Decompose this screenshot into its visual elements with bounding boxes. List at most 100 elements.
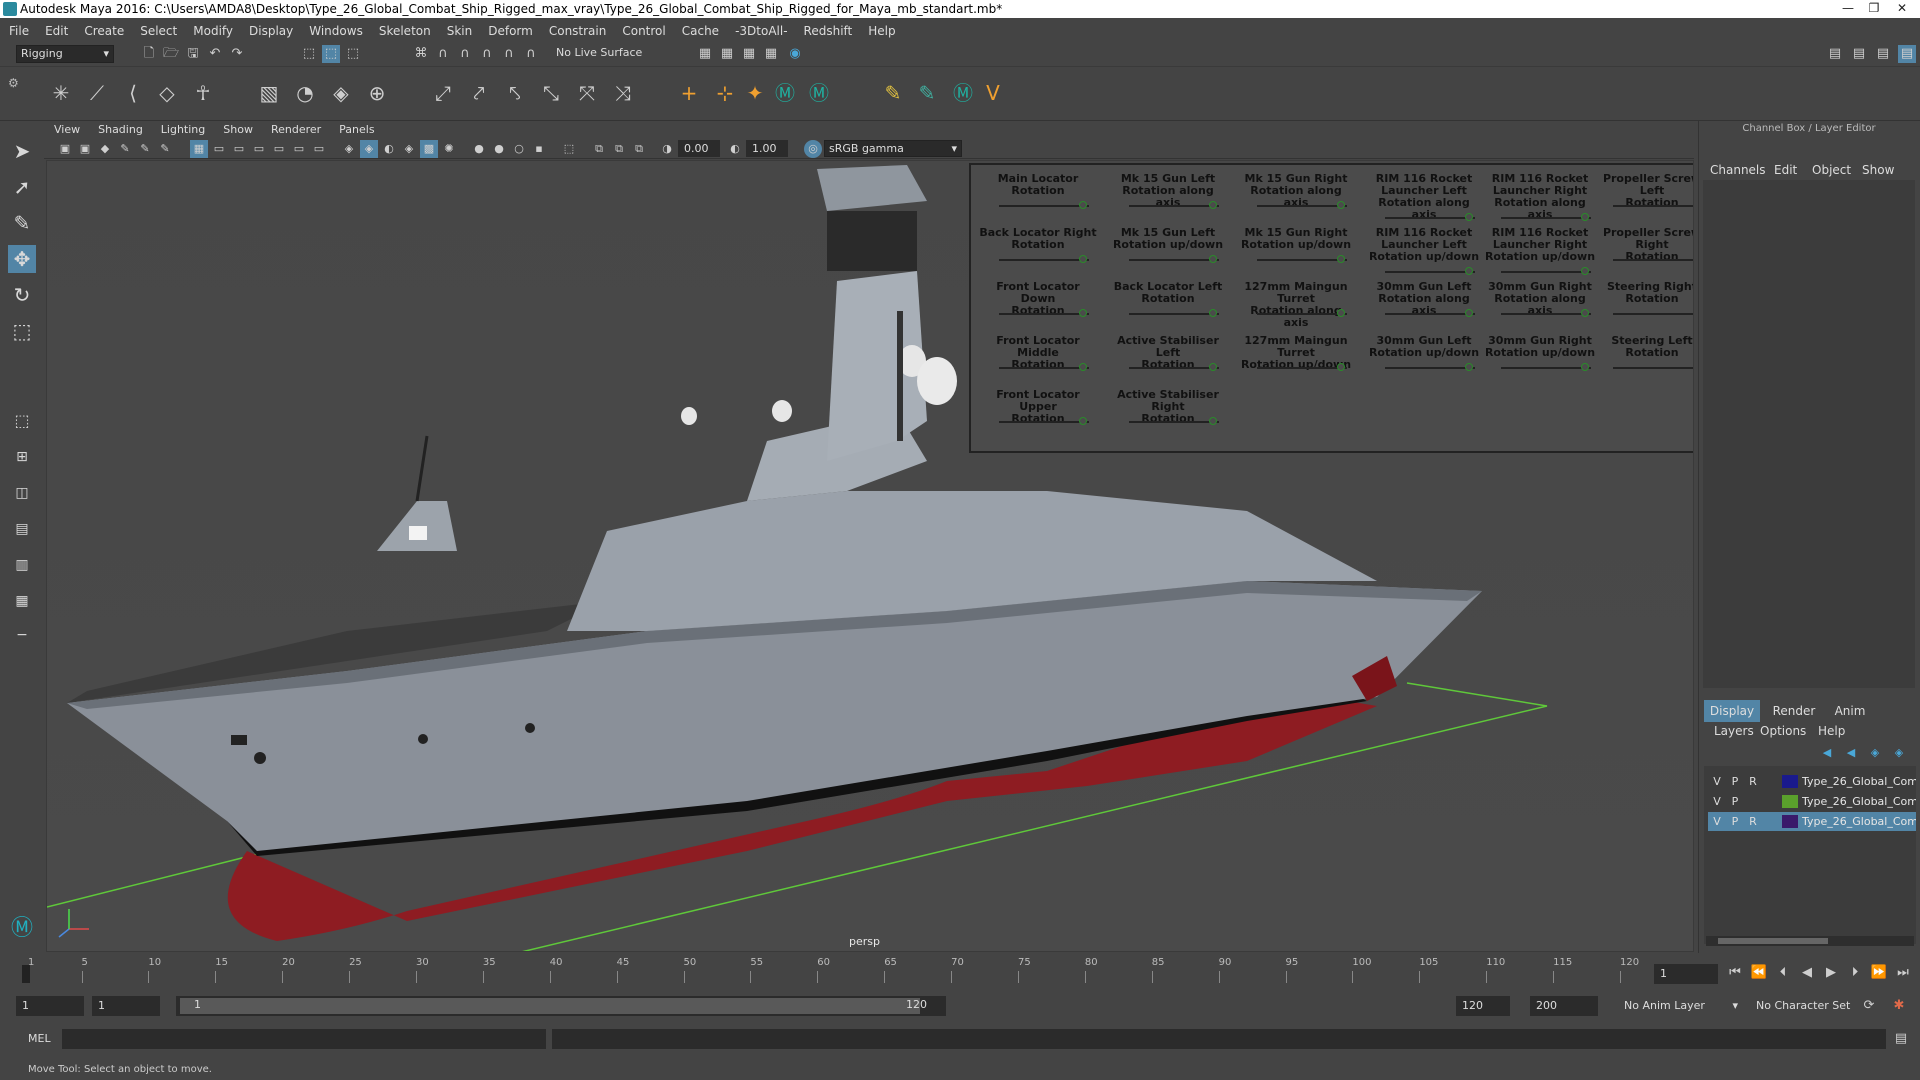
rig-control[interactable]: Mk 15 Gun Left Rotation up/down <box>1109 227 1227 263</box>
rig-control-slider[interactable] <box>1613 259 1693 261</box>
aim-constraint-icon[interactable]: ⤧ <box>574 80 600 106</box>
open-scene-icon[interactable]: 🗁 <box>162 45 180 63</box>
rig-control-knob[interactable] <box>1209 309 1217 317</box>
step-forward-key-icon[interactable]: ⏩ <box>1870 964 1888 982</box>
rig-control-knob[interactable] <box>1693 363 1694 371</box>
rig-control-slider[interactable] <box>1129 367 1219 369</box>
layer-r-toggle[interactable]: R <box>1744 812 1762 831</box>
rig-control-slider[interactable] <box>1129 313 1219 315</box>
grease-pencil-icon[interactable]: ✎ <box>156 140 174 158</box>
menu-file[interactable]: File <box>0 21 36 41</box>
rig-control[interactable]: Mk 15 Gun Right Rotation along axis <box>1237 173 1355 209</box>
rig-control-knob[interactable] <box>1079 255 1087 263</box>
layer-r-toggle[interactable]: R <box>1744 772 1762 791</box>
rig-control-slider[interactable] <box>1385 217 1475 219</box>
current-time-marker[interactable] <box>22 965 30 983</box>
gamma-field[interactable]: 1.00 <box>746 140 788 157</box>
rig-control[interactable]: Mk 15 Gun Right Rotation up/down <box>1237 227 1355 263</box>
tool-settings-icon[interactable]: ▤ <box>1874 45 1892 63</box>
isolate-select-icon[interactable]: ⬚ <box>560 140 578 158</box>
attribute-editor-icon[interactable]: ▤ <box>1850 45 1868 63</box>
go-to-start-icon[interactable]: ⏮ <box>1726 964 1744 982</box>
exposure-icon[interactable]: ◑ <box>658 140 676 158</box>
rig-control-slider[interactable] <box>999 259 1089 261</box>
rig-control[interactable]: Active Stabiliser Right Rotation <box>1109 389 1227 425</box>
wire-on-shaded-icon[interactable]: ◐ <box>380 140 398 158</box>
menu-skin[interactable]: Skin <box>438 21 480 41</box>
rig-control[interactable]: 30mm Gun Right Rotation along axis <box>1481 281 1599 317</box>
render-current-icon[interactable]: ▦ <box>718 45 736 63</box>
pole-vector-icon[interactable]: ⤨ <box>610 80 636 106</box>
single-pane-icon[interactable]: ⬚ <box>8 407 36 435</box>
layer-menu-help[interactable]: Help <box>1818 724 1845 738</box>
lasso-tool-icon[interactable]: ➚ <box>8 173 36 201</box>
rig-control-slider[interactable] <box>1501 313 1591 315</box>
m-tool-icon[interactable]: Ⓜ <box>772 80 798 106</box>
rig-control-slider[interactable] <box>1385 271 1475 273</box>
anim-layer-dropdown[interactable]: No Anim Layer ▾ <box>1620 996 1742 1016</box>
channel-box-toggle-icon[interactable]: ▤ <box>1898 45 1916 63</box>
new-layer-selected-icon[interactable]: ◈ <box>1890 744 1908 762</box>
rig-control[interactable]: RIM 116 Rocket Launcher Left Rotation up… <box>1365 227 1483 275</box>
rig-control-knob[interactable] <box>1079 309 1087 317</box>
step-back-key-icon[interactable]: ⏪ <box>1750 964 1768 982</box>
rig-control[interactable]: Front Locator Down Rotation <box>979 281 1097 317</box>
render-view-icon[interactable]: ▦ <box>696 45 714 63</box>
mel-label[interactable]: MEL <box>28 1032 51 1045</box>
frame-all-icon[interactable]: ⧉ <box>630 140 648 158</box>
exposure-field[interactable]: 0.00 <box>678 140 720 157</box>
move-layer-down-icon[interactable]: ◀ <box>1842 744 1860 762</box>
scale-tool-icon[interactable]: ⬚ <box>8 317 36 345</box>
rig-control-knob[interactable] <box>1337 363 1345 371</box>
rig-control-knob[interactable] <box>1337 201 1345 209</box>
rig-control-knob[interactable] <box>1209 255 1217 263</box>
paint-select-icon[interactable]: ✎ <box>8 209 36 237</box>
go-to-end-icon[interactable]: ⏭ <box>1894 964 1912 982</box>
rig-control-knob[interactable] <box>1693 309 1694 317</box>
two-pane-icon[interactable]: ◫ <box>8 479 36 507</box>
rig-control-knob[interactable] <box>1465 363 1473 371</box>
cb-menu-channels[interactable]: Channels <box>1710 163 1766 177</box>
rig-control[interactable]: Steering Right Rotation <box>1593 281 1693 315</box>
rig-control[interactable]: 127mm Maingun Turret Rotation along axis <box>1237 281 1355 329</box>
play-forward-icon[interactable]: ▶ <box>1822 964 1840 982</box>
tab-anim[interactable]: Anim <box>1822 700 1878 722</box>
vp-menu-lighting[interactable]: Lighting <box>151 121 213 139</box>
sculpt-tool-icon[interactable]: ✎ <box>914 80 940 106</box>
v-tool-icon[interactable]: V <box>980 80 1006 106</box>
layer-v-toggle[interactable]: V <box>1708 812 1726 831</box>
parent-constraint-icon[interactable]: ⤢ <box>430 80 456 106</box>
menu-edit[interactable]: Edit <box>36 21 75 41</box>
cb-menu-edit[interactable]: Edit <box>1774 163 1797 177</box>
orient-constraint-icon[interactable]: ⤣ <box>502 80 528 106</box>
range-handle[interactable] <box>180 998 920 1014</box>
redo-icon[interactable]: ↷ <box>228 45 246 63</box>
field-chart-icon[interactable]: ▭ <box>270 140 288 158</box>
rig-control-knob[interactable] <box>1209 363 1217 371</box>
anim-preferences-icon[interactable]: ✱ <box>1890 997 1908 1015</box>
menu-skeleton[interactable]: Skeleton <box>370 21 438 41</box>
ipr-render-icon[interactable]: ▦ <box>740 45 758 63</box>
rotate-tool-icon[interactable]: ↻ <box>8 281 36 309</box>
rig-control[interactable]: 30mm Gun Right Rotation up/down <box>1481 335 1599 371</box>
rig-control-slider[interactable] <box>1129 259 1219 261</box>
move-layer-up-icon[interactable]: ◀ <box>1818 744 1836 762</box>
layer-row[interactable]: V P R Type_26_Global_Comb <box>1708 772 1916 791</box>
end-time-field[interactable]: 200 <box>1530 996 1598 1016</box>
menu-constrain[interactable]: Constrain <box>540 21 614 41</box>
vp-menu-panels[interactable]: Panels <box>329 121 382 139</box>
layer-menu-layers[interactable]: Layers <box>1714 724 1754 738</box>
layer-p-toggle[interactable]: P <box>1726 812 1744 831</box>
layer-scrollbar[interactable] <box>1706 936 1914 946</box>
menu-windows[interactable]: Windows <box>300 21 370 41</box>
shelf-options-icon[interactable]: ⚙ <box>8 76 28 116</box>
rig-control[interactable]: Main Locator Rotation <box>979 173 1097 209</box>
2d-pan-icon[interactable]: ✎ <box>136 140 154 158</box>
select-hierarchy-icon[interactable]: ⬚ <box>300 45 318 63</box>
tab-display[interactable]: Display <box>1704 700 1760 722</box>
rig-control-knob[interactable] <box>1079 201 1087 209</box>
play-back-icon[interactable]: ◀ <box>1798 964 1816 982</box>
move-tool-icon[interactable]: ✥ <box>8 245 36 273</box>
select-component-icon[interactable]: ⬚ <box>344 45 362 63</box>
close-button[interactable]: ✕ <box>1890 1 1914 16</box>
